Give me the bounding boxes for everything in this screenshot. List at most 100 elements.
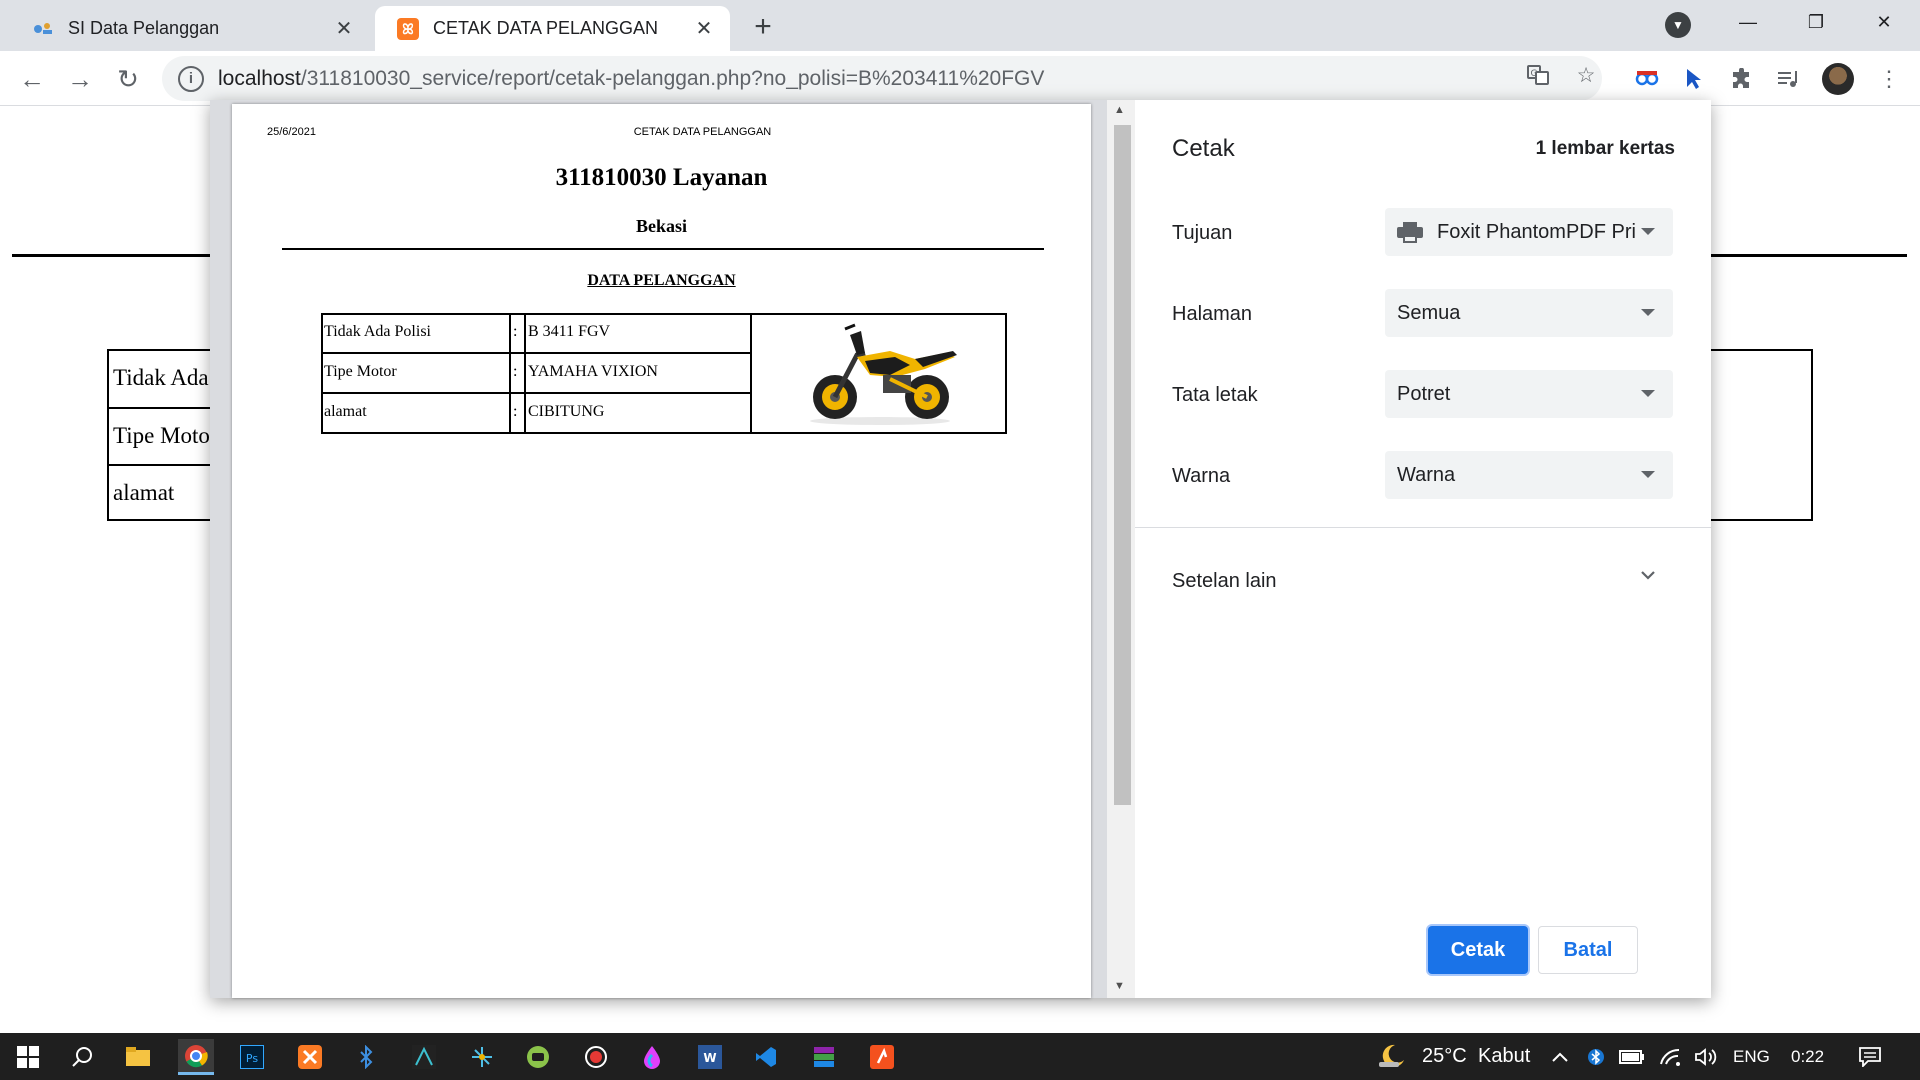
vscode-icon[interactable] (748, 1039, 784, 1075)
dropdown-caret-icon (1641, 228, 1655, 235)
tab-cetak-data-pelanggan[interactable]: ꕤ CETAK DATA PELANGGAN ✕ (375, 6, 730, 51)
wifi-icon[interactable] (1652, 1039, 1688, 1075)
print-preview-area: 25/6/2021 CETAK DATA PELANGGAN 311810030… (210, 100, 1135, 998)
media-control-icon[interactable] (1772, 62, 1806, 96)
more-settings-toggle[interactable]: Setelan lain (1172, 570, 1277, 593)
notification-icon[interactable] (1852, 1039, 1888, 1075)
pages-label: Halaman (1172, 303, 1253, 325)
network-tool-icon[interactable] (464, 1039, 500, 1075)
scroll-up-arrow-icon[interactable]: ▲ (1114, 104, 1125, 116)
row-value: CIBITUNG (528, 403, 605, 420)
dropdown-caret-icon (1641, 390, 1655, 397)
print-button[interactable]: Cetak (1428, 926, 1528, 974)
cancel-button[interactable]: Batal (1538, 926, 1638, 974)
record-app-icon[interactable] (578, 1039, 614, 1075)
address-bar[interactable]: i localhost/311810030_service/report/cet… (162, 56, 1602, 101)
tab-strip: SI Data Pelanggan ✕ ꕤ CETAK DATA PELANGG… (0, 0, 1920, 51)
row-label: Tidak Ada Polisi (324, 323, 431, 340)
winrar-icon[interactable] (806, 1039, 842, 1075)
settings-divider (1135, 527, 1711, 528)
search-icon[interactable] (64, 1039, 100, 1075)
tab-close-icon[interactable]: ✕ (686, 11, 722, 47)
print-title: Cetak (1172, 135, 1235, 162)
table-divider (524, 315, 526, 432)
row-value: B 3411 FGV (528, 323, 611, 340)
tab-title: CETAK DATA PELANGGAN (433, 18, 659, 38)
app-icon-dark[interactable] (406, 1039, 442, 1075)
chrome-menu-icon[interactable]: ⋮ (1872, 62, 1906, 96)
preview-title: 311810030 Layanan (555, 164, 768, 191)
browser-toolbar: ← → ↻ i localhost/311810030_service/repo… (0, 51, 1920, 106)
weather-condition[interactable]: Kabut (1478, 1045, 1530, 1068)
layout-select[interactable]: Potret (1385, 370, 1673, 418)
url-text[interactable]: localhost/311810030_service/report/cetak… (218, 67, 1044, 91)
chrome-taskbar-icon[interactable] (178, 1039, 214, 1075)
dropdown-caret-icon (1641, 471, 1655, 478)
site-info-icon[interactable]: i (178, 65, 204, 92)
battery-icon[interactable] (1614, 1039, 1650, 1075)
translate-icon[interactable]: G (1524, 61, 1552, 89)
language-indicator[interactable]: ENG (1733, 1047, 1770, 1067)
back-icon[interactable]: ← (12, 59, 52, 99)
color-select[interactable]: Warna (1385, 451, 1673, 499)
extensions-puzzle-icon[interactable] (1725, 62, 1759, 96)
pages-value: Semua (1397, 301, 1461, 324)
green-app-icon[interactable] (520, 1039, 556, 1075)
preview-city: Bekasi (635, 216, 687, 236)
dropdown-caret-icon (1641, 309, 1655, 316)
print-settings-panel: Cetak 1 lembar kertas Tujuan Foxit Phant… (1135, 100, 1711, 998)
xampp-icon[interactable] (292, 1039, 328, 1075)
scroll-down-arrow-icon[interactable]: ▼ (1114, 980, 1125, 992)
table-divider (750, 315, 752, 432)
restore-button[interactable]: ❐ (1782, 0, 1850, 44)
pages-select[interactable]: Semua (1385, 289, 1673, 337)
foxit-icon[interactable] (864, 1039, 900, 1075)
show-hidden-icons-icon[interactable] (1542, 1039, 1578, 1075)
tab-search-icon[interactable]: ▼ (1665, 12, 1691, 38)
clock[interactable]: 0:22 (1791, 1047, 1824, 1067)
preview-scrollbar[interactable]: ▲ ▼ (1107, 100, 1135, 998)
file-explorer-icon[interactable] (120, 1039, 156, 1075)
table-divider (323, 392, 752, 394)
photoshop-icon[interactable]: Ps (234, 1039, 270, 1075)
table-divider (509, 315, 511, 432)
svg-text:Ps: Ps (246, 1052, 258, 1065)
profile-avatar[interactable] (1822, 63, 1854, 95)
volume-icon[interactable] (1688, 1039, 1724, 1075)
color-value: Warna (1397, 463, 1456, 486)
forward-icon[interactable]: → (60, 59, 100, 99)
sheet-count: 1 lembar kertas (1535, 138, 1675, 159)
color-label: Warna (1172, 465, 1231, 487)
row-value: YAMAHA VIXION (528, 363, 658, 380)
word-icon[interactable]: W (692, 1039, 728, 1075)
new-tab-button[interactable]: + (746, 10, 780, 44)
bluetooth-tray-icon[interactable] (1578, 1039, 1614, 1075)
bookmark-star-icon[interactable]: ☆ (1572, 61, 1600, 89)
scrollbar-thumb[interactable] (1114, 125, 1131, 805)
reload-icon[interactable]: ↻ (108, 59, 148, 99)
layout-label: Tata letak (1172, 384, 1258, 406)
row-separator: : (513, 363, 518, 380)
chevron-down-icon[interactable] (1639, 566, 1657, 590)
destination-select[interactable]: Foxit PhantomPDF Pri (1385, 208, 1673, 256)
close-window-button[interactable]: ✕ (1850, 0, 1918, 44)
extension-owl-icon[interactable] (1630, 62, 1664, 96)
tab-close-icon[interactable]: ✕ (326, 11, 362, 47)
table-divider (323, 352, 752, 354)
row-separator: : (513, 323, 518, 340)
weather-moon-icon[interactable] (1374, 1039, 1410, 1075)
minimize-button[interactable]: — (1714, 0, 1782, 44)
extension-cursor-icon[interactable] (1677, 62, 1711, 96)
preview-header: CETAK DATA PELANGGAN (633, 126, 772, 138)
destination-label: Tujuan (1172, 222, 1233, 244)
tab-title: SI Data Pelanggan (68, 18, 220, 38)
print-dialog: 25/6/2021 CETAK DATA PELANGGAN 311810030… (210, 100, 1711, 998)
layout-value: Potret (1397, 382, 1451, 405)
tab-si-data-pelanggan[interactable]: SI Data Pelanggan ✕ (10, 6, 370, 51)
weather-temperature[interactable]: 25°C (1422, 1045, 1467, 1068)
motorcycle-image (795, 317, 965, 429)
xampp-favicon-icon: ꕤ (397, 17, 419, 40)
drop-app-icon[interactable] (634, 1039, 670, 1075)
bluetooth-app-icon[interactable] (348, 1039, 384, 1075)
windows-start-icon[interactable] (10, 1039, 46, 1075)
